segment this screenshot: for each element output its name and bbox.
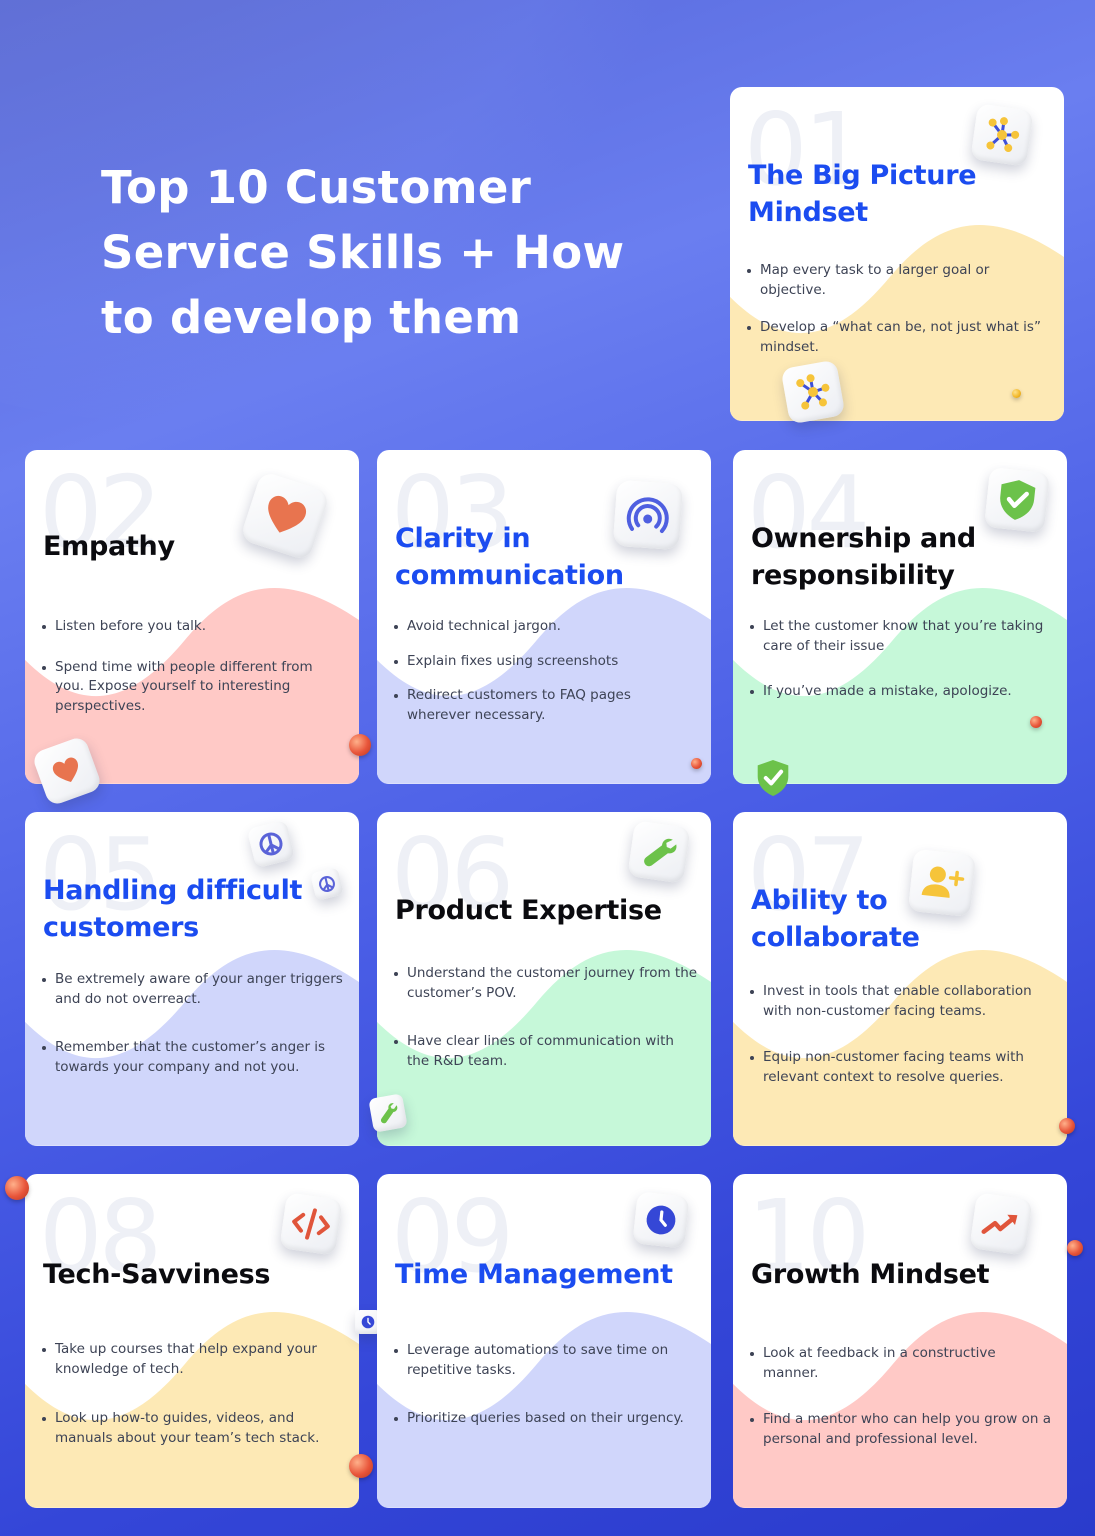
card-title: The Big Picture Mindset xyxy=(748,160,977,228)
bullet-item: Look up how-to guides, videos, and manua… xyxy=(41,1409,346,1448)
wrench-icon xyxy=(627,820,691,884)
bullet-item: Look at feedback in a constructive manne… xyxy=(749,1344,1054,1383)
bullet-item: Develop a “what can be, not just what is… xyxy=(746,318,1051,357)
bullet-list: Invest in tools that enable collaboratio… xyxy=(749,982,1054,1087)
card-title: Ownership and responsibility xyxy=(751,523,976,591)
bullet-list: Listen before you talk. Spend time with … xyxy=(41,617,346,716)
bullet-list: Avoid technical jargon. Explain fixes us… xyxy=(393,617,698,725)
bullet-list: Look at feedback in a constructive manne… xyxy=(749,1344,1054,1449)
wrench-icon xyxy=(368,1093,408,1133)
decorative-ball xyxy=(1067,1240,1083,1256)
bullet-item: Prioritize queries based on their urgenc… xyxy=(393,1409,698,1429)
add-user-icon xyxy=(907,848,977,918)
trending-up-icon xyxy=(969,1192,1033,1256)
decorative-ball xyxy=(5,1176,29,1200)
bullet-item: Remember that the customer’s anger is to… xyxy=(41,1038,346,1077)
bullet-item: Avoid technical jargon. xyxy=(393,617,698,637)
clock-icon xyxy=(632,1191,690,1249)
bullet-list: Take up courses that help expand your kn… xyxy=(41,1340,346,1448)
skill-card-02: 02 Empathy Listen before you talk. Spend… xyxy=(25,450,371,807)
bullet-item: Invest in tools that enable collaboratio… xyxy=(749,982,1054,1021)
bullet-item: Map every task to a larger goal or objec… xyxy=(746,261,1051,300)
skill-card-03: 03 Clarity in communication Avoid techni… xyxy=(377,450,711,784)
decorative-ball xyxy=(691,758,702,769)
bullet-item: Understand the customer journey from the… xyxy=(393,964,698,1003)
skill-card-08: 08 Tech-Savviness Take up courses that h… xyxy=(5,1174,381,1508)
code-icon xyxy=(279,1192,343,1256)
broadcast-signal-icon xyxy=(612,479,684,551)
decorative-ball xyxy=(1012,389,1021,398)
card-title: Growth Mindset xyxy=(751,1259,990,1290)
bullet-item: Spend time with people different from yo… xyxy=(41,658,346,717)
decorative-ball xyxy=(349,1454,373,1478)
bullet-item: If you’ve made a mistake, apologize. xyxy=(749,682,1054,702)
bullet-item: Leverage automations to save time on rep… xyxy=(393,1341,698,1380)
skill-card-10: 10 Growth Mindset Look at feedback in a … xyxy=(733,1174,1083,1508)
bullet-item: Redirect customers to FAQ pages wherever… xyxy=(393,686,698,725)
bullet-item: Equip non-customer facing teams with rel… xyxy=(749,1048,1054,1087)
bullet-item: Listen before you talk. xyxy=(41,617,346,637)
skill-card-04: 04 Ownership and responsibility Let the … xyxy=(733,450,1067,796)
card-title: Empathy xyxy=(43,531,175,562)
decorative-ball xyxy=(1030,716,1042,728)
card-title: Handling difficult customers xyxy=(43,875,303,943)
page-title: Top 10 Customer Service Skills + How to … xyxy=(101,161,625,344)
bullet-item: Explain fixes using screenshots xyxy=(393,652,698,672)
card-title: Product Expertise xyxy=(395,895,662,926)
shield-check-icon xyxy=(984,467,1050,533)
skill-card-01: 01 The Big Picture Mindset Map every tas… xyxy=(730,87,1064,425)
bullet-list: Be extremely aware of your anger trigger… xyxy=(41,970,346,1077)
bullet-item: Have clear lines of communication with t… xyxy=(393,1032,698,1071)
shield-check-icon xyxy=(755,758,791,802)
bullet-list: Map every task to a larger goal or objec… xyxy=(746,261,1051,357)
bullet-item: Let the customer know that you’re taking… xyxy=(749,617,1054,656)
bullet-list: Understand the customer journey from the… xyxy=(393,964,698,1071)
bullet-item: Take up courses that help expand your kn… xyxy=(41,1340,346,1379)
card-title: Time Management xyxy=(395,1259,673,1290)
skill-card-07: 07 Ability to collaborate Invest in tool… xyxy=(733,812,1075,1146)
decorative-ball xyxy=(1059,1118,1075,1134)
skill-card-09: 09 Time Management Leverage automations … xyxy=(377,1174,711,1508)
network-nodes-icon xyxy=(970,103,1034,167)
network-nodes-icon xyxy=(780,359,846,425)
bullet-item: Find a mentor who can help you grow on a… xyxy=(749,1410,1054,1449)
skill-card-05: 05 Handling difficult customers Be extre… xyxy=(25,812,359,1146)
skill-card-06: 06 Product Expertise Understand the cust… xyxy=(368,812,711,1146)
bullet-list: Let the customer know that you’re taking… xyxy=(749,617,1054,702)
decorative-ball xyxy=(349,734,371,756)
card-title: Tech-Savviness xyxy=(43,1259,271,1290)
bullet-item: Be extremely aware of your anger trigger… xyxy=(41,970,346,1009)
bullet-list: Leverage automations to save time on rep… xyxy=(393,1341,698,1429)
